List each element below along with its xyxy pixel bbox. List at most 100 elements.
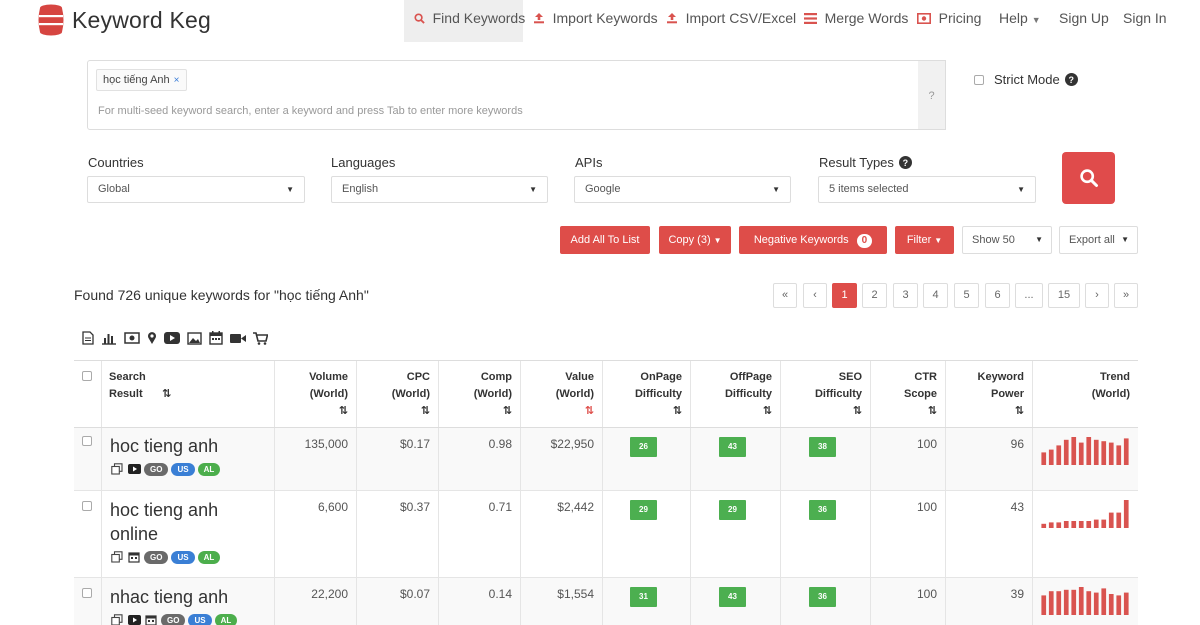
seed-help-button[interactable]: ? xyxy=(918,60,946,130)
seed-keyword-input[interactable]: học tiếng Anh × For multi-seed keyword se… xyxy=(87,60,919,130)
calendar-icon[interactable] xyxy=(144,613,158,625)
brand-logo[interactable]: Keyword Keg xyxy=(38,4,211,36)
sort-icon[interactable]: ⇅ xyxy=(946,403,1024,420)
alexa-badge: AL xyxy=(197,462,221,476)
nav-merge-words[interactable]: Merge Words xyxy=(804,0,908,42)
pagination-page-4[interactable]: 4 xyxy=(923,283,948,308)
calendar-icon[interactable] xyxy=(209,331,223,345)
sort-icon[interactable]: ⇅ xyxy=(357,403,430,420)
cpc-cell: $0.07 xyxy=(356,578,438,625)
search-button[interactable] xyxy=(1062,152,1115,204)
pagination-last[interactable]: » xyxy=(1114,283,1138,308)
negative-keywords-label: Negative Keywords xyxy=(753,234,849,246)
column-header-onpage[interactable]: OnPage Difficulty ⇅ xyxy=(602,361,690,427)
bar-chart-icon[interactable] xyxy=(101,332,117,345)
money-icon[interactable] xyxy=(124,332,140,344)
sort-icon[interactable]: ⇅ xyxy=(603,403,682,420)
result-types-select[interactable]: 5 items selected ▼ xyxy=(818,176,1036,203)
ctr-cell: 100 xyxy=(870,428,945,490)
strict-mode-checkbox[interactable] xyxy=(974,74,984,85)
sort-icon[interactable]: ⇅ xyxy=(162,386,171,403)
keyword-badges: GO US AL xyxy=(110,462,274,476)
trend-bar xyxy=(1093,439,1099,465)
pagination-prev[interactable]: ‹ xyxy=(803,283,827,308)
youtube-icon[interactable] xyxy=(127,613,141,625)
languages-select[interactable]: English ▼ xyxy=(331,176,548,203)
seo-cell: 36 xyxy=(780,491,870,577)
keyword-text[interactable]: hoc tieng anh online xyxy=(110,498,230,546)
youtube-icon[interactable] xyxy=(164,332,180,344)
filter-button[interactable]: Filter ▼ xyxy=(895,226,954,254)
nav-import-csv[interactable]: Import CSV/Excel xyxy=(666,0,796,42)
pagination-first[interactable]: « xyxy=(773,283,797,308)
select-all-checkbox[interactable] xyxy=(82,371,92,381)
column-header-search-result[interactable]: Search Result ⇅ xyxy=(101,361,274,427)
nav-sign-up[interactable]: Sign Up xyxy=(1059,0,1109,42)
keyword-text[interactable]: nhac tieng anh xyxy=(110,585,274,609)
value-cell: $2,442 xyxy=(520,491,602,577)
nav-help-dropdown[interactable]: Help ▼ xyxy=(999,0,1041,42)
shopping-cart-icon[interactable] xyxy=(253,331,268,345)
question-circle-icon[interactable]: ? xyxy=(1064,73,1078,86)
nav-import-keywords[interactable]: Import Keywords xyxy=(533,0,658,42)
copy-icon[interactable] xyxy=(110,613,124,625)
column-header-offpage[interactable]: OffPage Difficulty ⇅ xyxy=(690,361,780,427)
column-header-value[interactable]: Value (World) ⇅ xyxy=(520,361,602,427)
column-header-power[interactable]: Keyword Power ⇅ xyxy=(945,361,1032,427)
difficulty-badge: 43 xyxy=(719,587,746,607)
export-all-button[interactable]: Export all ▼ xyxy=(1059,226,1138,254)
nav-find-keywords[interactable]: Find Keywords xyxy=(404,0,525,42)
keyword-text[interactable]: hoc tieng anh xyxy=(110,434,274,458)
show-count-select[interactable]: Show 50 ▼ xyxy=(962,226,1052,254)
sort-icon[interactable]: ⇅ xyxy=(439,403,512,420)
column-cpc-label: CPC (World) xyxy=(391,371,430,400)
column-header-ctr[interactable]: CTR Scope ⇅ xyxy=(870,361,945,427)
copy-icon[interactable] xyxy=(110,462,124,476)
pagination-page-3[interactable]: 3 xyxy=(893,283,918,308)
negative-keywords-button[interactable]: Negative Keywords 0 xyxy=(739,226,887,254)
nav-import-keywords-label: Import Keywords xyxy=(552,10,658,26)
sort-icon[interactable]: ⇅ xyxy=(691,403,772,420)
column-header-volume[interactable]: Volume (World) ⇅ xyxy=(274,361,356,427)
image-icon[interactable] xyxy=(187,331,202,345)
pagination-next[interactable]: › xyxy=(1085,283,1109,308)
seo-cell: 38 xyxy=(780,428,870,490)
sort-icon[interactable]: ⇅ xyxy=(781,403,862,420)
nav-pricing[interactable]: Pricing xyxy=(917,0,981,42)
row-checkbox[interactable] xyxy=(82,588,92,598)
copy-button[interactable]: Copy (3) ▼ xyxy=(659,226,731,254)
copy-icon[interactable] xyxy=(110,550,124,564)
google-badge: GO xyxy=(144,550,169,564)
question-circle-icon[interactable]: ? xyxy=(898,156,912,169)
sort-icon[interactable]: ⇅ xyxy=(871,403,937,420)
nav-help-label: Help xyxy=(999,10,1028,26)
pagination-page-6[interactable]: 6 xyxy=(985,283,1010,308)
nav-sign-in[interactable]: Sign In xyxy=(1123,0,1167,42)
row-checkbox[interactable] xyxy=(82,501,92,511)
map-marker-icon[interactable] xyxy=(147,331,157,345)
remove-tag-icon[interactable]: × xyxy=(174,75,180,86)
column-header-cpc[interactable]: CPC (World) ⇅ xyxy=(356,361,438,427)
add-all-to-list-button[interactable]: Add All To List xyxy=(560,226,650,254)
trend-bar xyxy=(1086,591,1092,615)
column-header-seo[interactable]: SEO Difficulty ⇅ xyxy=(780,361,870,427)
keyword-badges: GO US AL xyxy=(110,613,274,625)
pagination-page-15[interactable]: 15 xyxy=(1048,283,1080,308)
column-header-comp[interactable]: Comp (World) ⇅ xyxy=(438,361,520,427)
column-header-trend: Trend (World) xyxy=(1032,361,1138,427)
apis-select[interactable]: Google ▼ xyxy=(574,176,791,203)
countries-select[interactable]: Global ▼ xyxy=(87,176,305,203)
sort-icon[interactable]: ⇅ xyxy=(275,403,348,420)
pagination-page-1[interactable]: 1 xyxy=(832,283,857,308)
document-icon[interactable] xyxy=(82,331,94,345)
top-navbar: Keyword Keg Find Keywords Import Keyword… xyxy=(0,0,1200,42)
video-camera-icon[interactable] xyxy=(230,333,246,344)
pagination-page-2[interactable]: 2 xyxy=(862,283,887,308)
row-checkbox[interactable] xyxy=(82,436,92,446)
youtube-icon[interactable] xyxy=(127,462,141,476)
calendar-icon[interactable] xyxy=(127,550,141,564)
sort-desc-icon[interactable]: ⇅ xyxy=(521,403,594,420)
negative-keywords-count: 0 xyxy=(856,234,873,248)
pagination-page-5[interactable]: 5 xyxy=(954,283,979,308)
caret-down-icon: ▼ xyxy=(1121,235,1129,244)
